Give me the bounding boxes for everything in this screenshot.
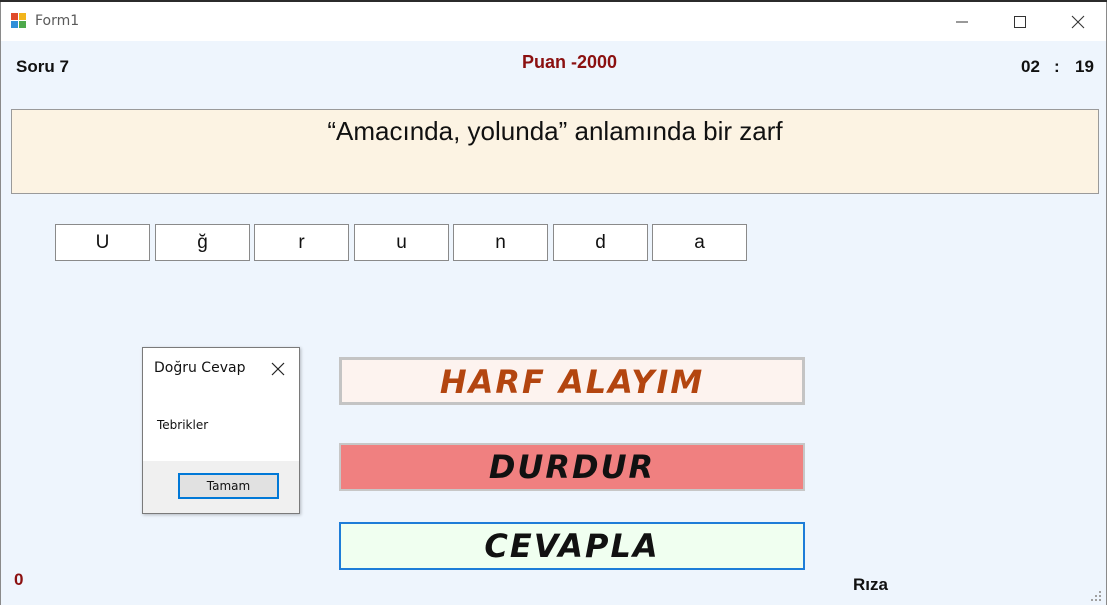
answer-letter-box: u [354,224,449,261]
close-icon [1071,15,1085,29]
title-bar[interactable]: Form1 [1,2,1106,41]
cevapla-button[interactable]: CEVAPLA [339,522,805,570]
player-name-label: Rıza [853,575,888,594]
question-box: “Amacında, yolunda” anlamında bir zarf [11,109,1099,194]
dialog-footer: Tamam [143,461,299,513]
dialog-title: Doğru Cevap [154,360,246,376]
timer-seconds: 19 [1075,57,1094,76]
answer-letter-box: n [453,224,548,261]
maximize-button[interactable] [991,2,1049,41]
harf-alayim-button[interactable]: HARF ALAYIM [339,357,805,405]
question-text: “Amacında, yolunda” anlamında bir zarf [327,116,783,146]
minimize-icon [956,21,968,23]
close-button[interactable] [1049,2,1107,41]
resize-grip-icon[interactable] [1090,590,1102,602]
score-label: Puan -2000 [522,52,618,72]
dialog-message: Tebrikler [157,418,209,432]
game-window: Form1 Soru 7 Puan -2000 02 : 19 “Amacınd… [0,2,1107,605]
counter-label: 0 [14,570,24,589]
timer-separator: : [1054,57,1060,76]
answer-letter-box: U [55,224,150,261]
correct-answer-dialog: Doğru Cevap Tebrikler Tamam [142,347,300,514]
dialog-ok-button[interactable]: Tamam [178,473,279,499]
answer-letter-box: a [652,224,747,261]
durdur-button[interactable]: DURDUR [339,443,805,491]
question-number-label: Soru 7 [16,57,69,76]
app-icon [11,13,27,29]
timer-minutes: 02 [1021,57,1040,76]
minimize-button[interactable] [933,2,991,41]
maximize-icon [1014,16,1026,28]
window-title: Form1 [35,13,80,29]
dialog-close-icon[interactable] [271,362,285,376]
answer-letter-box: r [254,224,349,261]
answer-letter-box: ğ [155,224,250,261]
answer-letter-box: d [553,224,648,261]
